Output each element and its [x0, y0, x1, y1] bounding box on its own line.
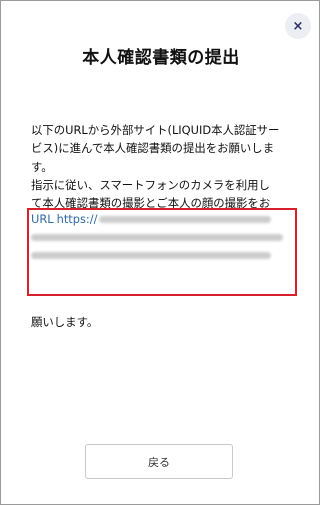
redacted-url-part: [99, 215, 272, 223]
close-icon: ×: [292, 18, 304, 34]
url-label: URL: [31, 212, 54, 226]
back-button[interactable]: 戻る: [85, 444, 233, 479]
external-url-link[interactable]: URL https://: [31, 210, 295, 265]
instruction-line: ビス)に進んで本人確認書類の提出をお願いしま: [31, 141, 275, 156]
instructions-text: 以下のURLから外部サイト(LIQUID本人認証サー ビス)に進んで本人確認書類…: [31, 121, 295, 212]
instruction-line: 以下のURLから外部サイト(LIQUID本人認証サー: [31, 123, 280, 137]
instruction-line: す。: [31, 159, 53, 174]
url-prefix: https://: [56, 212, 98, 226]
instruction-line: 願いします。: [31, 315, 99, 330]
instructions-text-end: 願いします。: [31, 302, 295, 343]
dialog-title: 本人確認書類の提出: [82, 48, 240, 68]
redacted-url-part: [31, 233, 283, 241]
instruction-line: 指示に従い、スマートフォンのカメラを利用し: [31, 177, 270, 192]
close-button[interactable]: ×: [285, 13, 311, 39]
dialog-frame: × 本人確認書類の提出 以下のURLから外部サイト(LIQUID本人認証サー ビ…: [0, 0, 320, 505]
redacted-url-part: [31, 252, 271, 260]
